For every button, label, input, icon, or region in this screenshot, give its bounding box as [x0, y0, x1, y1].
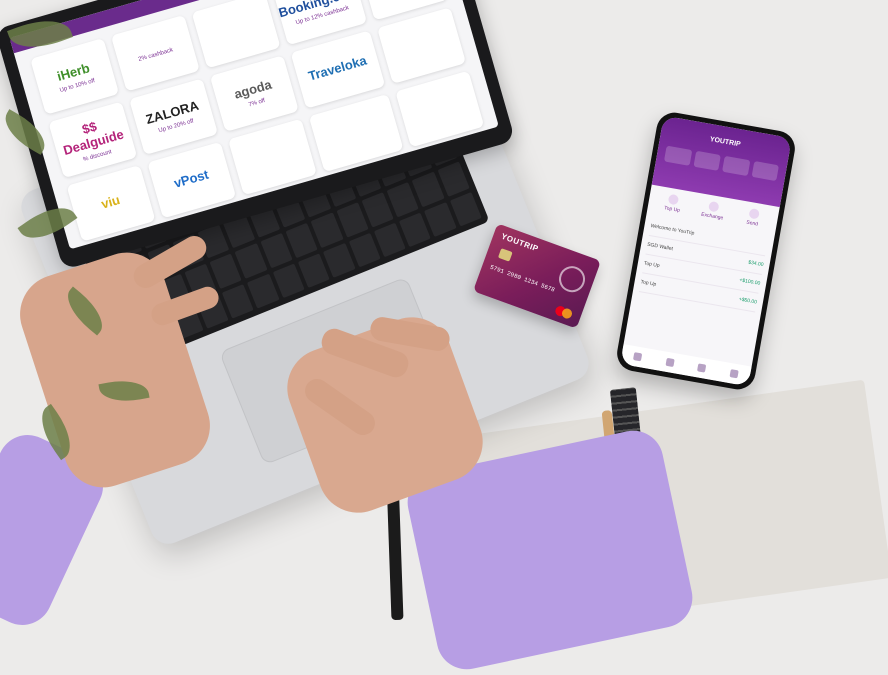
action-icon [748, 207, 760, 220]
keyboard-key [310, 212, 344, 248]
mastercard-icon [553, 304, 574, 321]
transaction-amount: $34.00 [747, 259, 764, 269]
transaction-label: Top Up [643, 260, 661, 270]
app-action-button[interactable]: Top Up [661, 193, 686, 215]
keyboard-key [449, 191, 482, 227]
partner-tile[interactable] [308, 93, 404, 173]
transaction-label: SGD Wallet [646, 241, 674, 253]
action-label: Send [745, 219, 759, 228]
partner-tile[interactable] [227, 118, 317, 196]
transaction-label: Welcome to YouTrip [649, 223, 695, 237]
partner-logo: agoda [232, 76, 274, 102]
photo-scene: iHerb Up to 10% off 2% cashback Booking.com… [0, 0, 888, 675]
partner-logo: Traveloka [306, 52, 369, 84]
partner-deal: 7% off [247, 97, 266, 108]
partner-tile[interactable]: viu [66, 164, 156, 242]
partner-tile[interactable]: agoda 7% off [209, 55, 299, 132]
action-label: Exchange [700, 211, 724, 222]
currency-tab [663, 145, 692, 166]
currency-tab [751, 160, 779, 182]
partner-logo: viu [99, 191, 122, 212]
home-icon [633, 352, 643, 362]
card-icon [697, 363, 707, 373]
partner-logo: $$ Dealguide [61, 118, 126, 159]
partner-tile[interactable]: ZALORA Up to 20% off [128, 78, 218, 156]
action-icon [667, 193, 680, 206]
partner-tile[interactable] [377, 7, 467, 84]
currency-tab [722, 155, 750, 177]
keyboard-key [323, 242, 356, 278]
partner-tile[interactable] [395, 70, 485, 148]
partner-tile[interactable]: Traveloka [290, 30, 386, 109]
action-label: Top Up [663, 205, 681, 214]
keyboard-key [437, 161, 470, 197]
currency-tab [692, 150, 721, 171]
partner-tile[interactable]: vPost [147, 141, 237, 219]
partner-tile[interactable]: $$ Dealguide% discount [48, 101, 138, 179]
phone-screen: YOUTRIP Top Up Exchange Send Welcome to Yo… [620, 115, 792, 387]
app-bottom-nav [620, 344, 752, 387]
partner-tile[interactable]: iHerb Up to 10% off [30, 38, 120, 115]
action-icon [708, 200, 720, 213]
partner-tile[interactable] [191, 0, 281, 69]
partner-deal: 2% cashback [137, 47, 174, 63]
transaction-label: Top Up [640, 279, 657, 288]
settings-icon [729, 369, 739, 379]
transaction-amount: +$50.00 [738, 296, 758, 306]
card-number: 5791 2980 1234 5678 [489, 263, 556, 294]
app-action-button[interactable]: Exchange [700, 200, 726, 222]
card-chip [497, 248, 513, 262]
app-action-button[interactable]: Send [741, 207, 766, 229]
partner-tile[interactable]: 2% cashback [110, 14, 200, 92]
transaction-amount: +$100.00 [738, 277, 761, 287]
smartphone: YOUTRIP Top Up Exchange Send Welcome to Yo… [614, 109, 798, 393]
wallet-icon [665, 357, 675, 368]
partner-logo: vPost [171, 166, 211, 191]
card-logo-icon [555, 262, 589, 296]
